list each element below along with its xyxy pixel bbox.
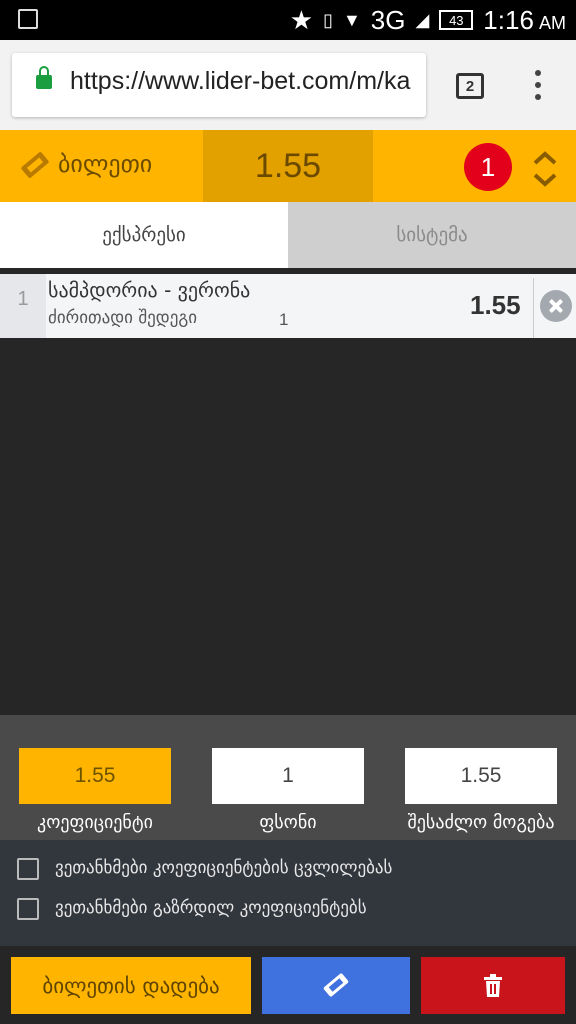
vibrate-icon: ▯ — [323, 9, 333, 30]
market-name: ძირითადი შედეგი — [48, 308, 198, 328]
clock-ampm: AM — [539, 12, 566, 33]
clock: 1:16 AM — [483, 5, 566, 36]
accept-odds-change-label[interactable]: ვეთანხმები კოეფიციენტების ცვლილებას — [55, 858, 392, 878]
options-panel — [0, 840, 576, 946]
odds-label: კოეფიციენტი — [37, 812, 153, 833]
delete-ticket-button[interactable] — [421, 957, 565, 1014]
stake-label: ფსონი — [259, 812, 317, 833]
possible-win-label: შესაძლო მოგება — [407, 812, 555, 833]
total-odds: 1.55 — [203, 130, 373, 202]
stake-input[interactable]: 1 — [212, 748, 364, 804]
trash-icon — [484, 974, 502, 997]
address-bar[interactable]: https://www.lider-bet.com/m/ka — [12, 53, 426, 117]
outcome: 1 — [279, 310, 289, 329]
possible-win-field: 1.55 — [405, 748, 557, 804]
battery-level: 43 — [439, 10, 474, 30]
accept-odds-change-checkbox[interactable] — [17, 858, 39, 880]
star-icon: ★ — [289, 4, 314, 35]
selection-row: 1 სამპდორია - ვერონა ძირითადი შედეგი 1 1… — [0, 274, 576, 338]
lock-icon — [36, 66, 52, 89]
row-divider — [533, 278, 534, 338]
bet-slip-title: ბილეთი — [58, 150, 153, 178]
overflow-menu-icon[interactable] — [532, 70, 544, 102]
signal-icon: ◢ — [415, 9, 430, 30]
accept-increased-odds-checkbox[interactable] — [17, 898, 39, 920]
expand-collapse-icon[interactable] — [532, 150, 558, 188]
save-ticket-button[interactable] — [262, 957, 410, 1014]
gallery-notification-icon — [18, 9, 38, 29]
ticket-icon — [323, 973, 349, 997]
tab-switcher-button[interactable]: 2 — [456, 73, 484, 99]
selection-count-badge: 1 — [464, 143, 512, 191]
accept-increased-odds-label[interactable]: ვეთანხმები გაზრდილ კოეფიციენტებს — [55, 898, 367, 918]
ticket-icon — [21, 152, 49, 178]
url-text: https://www.lider-bet.com/m/ka — [70, 67, 411, 95]
selection-index: 1 — [0, 274, 46, 338]
network-type: 3G — [370, 4, 406, 35]
match-name: სამპდორია - ვერონა — [48, 278, 251, 302]
status-icons: ★ ▯ ▼ 3G ◢ 43 1:16 AM — [290, 4, 566, 36]
clock-time: 1:16 — [483, 4, 534, 35]
browser-toolbar: https://www.lider-bet.com/m/ka 2 — [0, 40, 576, 130]
place-bet-button[interactable]: ბილეთის დადება — [11, 957, 251, 1014]
status-bar: ★ ▯ ▼ 3G ◢ 43 1:16 AM — [0, 0, 576, 40]
wifi-icon: ▼ — [342, 9, 361, 30]
tab-express[interactable]: ექსპრესი — [0, 202, 288, 268]
odds-field: 1.55 — [19, 748, 171, 804]
selection-odds: 1.55 — [470, 290, 521, 320]
remove-selection-icon[interactable] — [540, 290, 572, 322]
tab-system[interactable]: სისტემა — [288, 202, 576, 268]
